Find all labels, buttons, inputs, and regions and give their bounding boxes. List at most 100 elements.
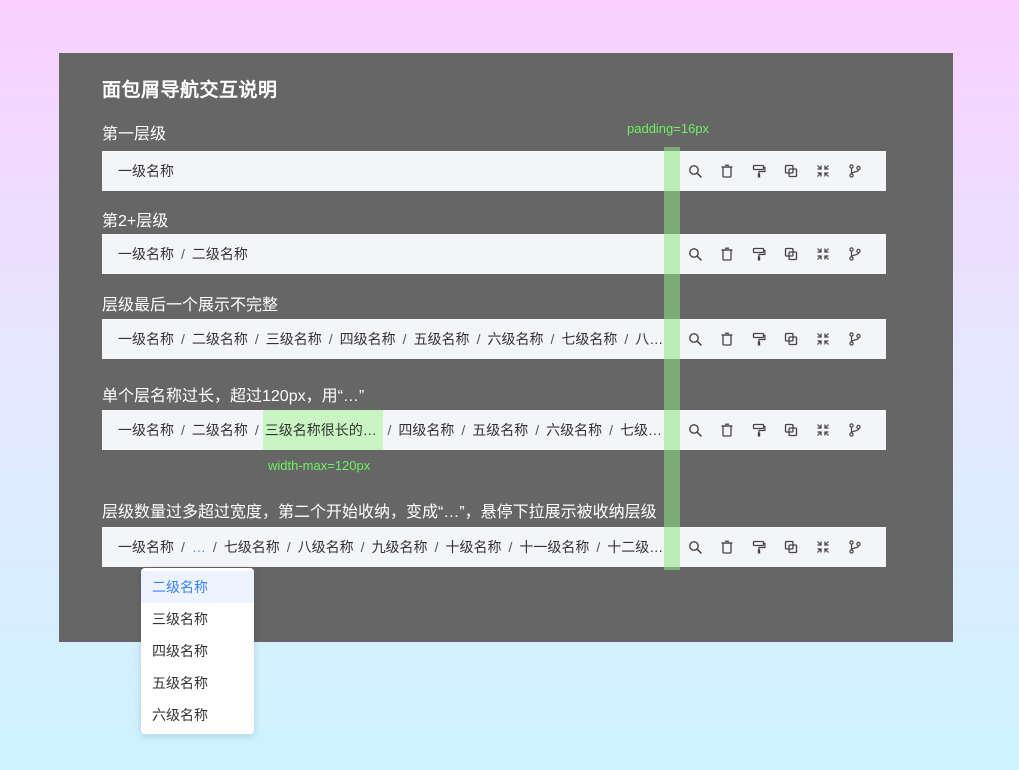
paint-roller-icon[interactable] — [743, 527, 775, 567]
dropdown-item[interactable]: 五级名称 — [141, 667, 254, 699]
breadcrumb-item[interactable]: 七级名称 — [224, 527, 280, 567]
collapsed-levels-dropdown: 二级名称 三级名称 四级名称 五级名称 六级名称 — [141, 568, 254, 734]
breadcrumb-separator: / — [254, 422, 259, 438]
search-icon[interactable] — [679, 527, 711, 567]
breadcrumb-separator: / — [624, 331, 629, 347]
breadcrumb-separator: / — [535, 422, 540, 438]
breadcrumb-item-truncated[interactable]: 十二级… — [607, 527, 662, 567]
copy-icon[interactable] — [775, 234, 807, 274]
branch-icon[interactable] — [839, 527, 871, 567]
paint-roller-icon[interactable] — [743, 410, 775, 450]
section-label-2: 第2+层级 — [102, 213, 169, 230]
breadcrumb-separator: / — [508, 539, 513, 555]
breadcrumb: 一级名称 / … / 七级名称 / 八级名称 / 九级名称 / 十级名称 / 十… — [118, 527, 662, 567]
padding-annotation: padding=16px — [627, 121, 710, 136]
doc-panel: 面包屑导航交互说明 第一层级 一级名称 第2+层级 一级名称 / 二级名称 层级… — [59, 53, 953, 642]
copy-icon[interactable] — [775, 410, 807, 450]
breadcrumb-separator: / — [181, 539, 185, 555]
breadcrumb-item[interactable]: 九级名称 — [372, 527, 428, 567]
breadcrumb-item[interactable]: 七级名称 — [561, 319, 617, 359]
breadcrumb-separator: / — [434, 539, 439, 555]
fullscreen-icon[interactable] — [807, 319, 839, 359]
copy-icon[interactable] — [775, 151, 807, 191]
paint-roller-icon[interactable] — [743, 151, 775, 191]
breadcrumb-item[interactable]: 一级名称 — [118, 319, 174, 359]
search-icon[interactable] — [679, 319, 711, 359]
fullscreen-icon[interactable] — [807, 527, 839, 567]
breadcrumb-collapsed-ellipsis[interactable]: … — [192, 527, 206, 567]
trash-icon[interactable] — [711, 410, 743, 450]
trash-icon[interactable] — [711, 319, 743, 359]
branch-icon[interactable] — [839, 319, 871, 359]
breadcrumb-separator: / — [181, 422, 185, 438]
trash-icon[interactable] — [711, 151, 743, 191]
breadcrumb: 一级名称 / 二级名称 / 三级名称很长的时… / 四级名称 / 五级名称 / … — [118, 410, 662, 450]
breadcrumb-item[interactable]: 十级名称 — [445, 527, 501, 567]
breadcrumb-separator: / — [596, 539, 601, 555]
search-icon[interactable] — [679, 151, 711, 191]
dropdown-item[interactable]: 六级名称 — [141, 699, 254, 731]
branch-icon[interactable] — [839, 234, 871, 274]
breadcrumb-separator: / — [550, 331, 555, 347]
copy-icon[interactable] — [775, 527, 807, 567]
section-label-1: 第一层级 — [102, 126, 167, 143]
branch-icon[interactable] — [839, 151, 871, 191]
breadcrumb-item[interactable]: 十一级名称 — [519, 527, 589, 567]
dropdown-item[interactable]: 三级名称 — [141, 603, 254, 635]
breadcrumb-item[interactable]: 四级名称 — [398, 410, 454, 450]
breadcrumb-item[interactable]: 六级名称 — [487, 319, 543, 359]
breadcrumb-item-truncated[interactable]: 七级… — [620, 410, 662, 450]
breadcrumb: 一级名称 / 二级名称 / 三级名称 / 四级名称 / 五级名称 / 六级名称 … — [118, 319, 662, 359]
breadcrumb-item[interactable]: 五级名称 — [472, 410, 528, 450]
paint-roller-icon[interactable] — [743, 319, 775, 359]
width-max-annotation: width-max=120px — [268, 458, 371, 473]
breadcrumb-separator: / — [360, 539, 365, 555]
trash-icon[interactable] — [711, 527, 743, 567]
section-label-3: 层级最后一个展示不完整 — [102, 297, 279, 314]
fullscreen-icon[interactable] — [807, 234, 839, 274]
breadcrumb-item[interactable]: 一级名称 — [118, 410, 174, 450]
breadcrumb-item[interactable]: 五级名称 — [414, 319, 470, 359]
breadcrumb-bar-2: 一级名称 / 二级名称 — [102, 234, 886, 274]
breadcrumb-item[interactable]: 一级名称 — [118, 527, 174, 567]
breadcrumb: 一级名称 — [118, 151, 662, 191]
dropdown-item[interactable]: 二级名称 — [141, 571, 254, 603]
breadcrumb-separator: / — [476, 331, 481, 347]
section-label-4: 单个层名称过长，超过120px，用“…” — [102, 388, 365, 405]
section-label-5: 层级数量过多超过宽度，第二个开始收纳，变成“…”，悬停下拉展示被收纳层级 — [102, 504, 657, 521]
toolbar — [679, 527, 871, 567]
breadcrumb-item[interactable]: 一级名称 — [118, 151, 174, 191]
breadcrumb-separator: / — [609, 422, 613, 438]
toolbar — [679, 410, 871, 450]
dropdown-item[interactable]: 四级名称 — [141, 635, 254, 667]
breadcrumb-bar-4: 一级名称 / 二级名称 / 三级名称很长的时… / 四级名称 / 五级名称 / … — [102, 410, 886, 450]
paint-roller-icon[interactable] — [743, 234, 775, 274]
branch-icon[interactable] — [839, 410, 871, 450]
search-icon[interactable] — [679, 410, 711, 450]
breadcrumb-bar-3: 一级名称 / 二级名称 / 三级名称 / 四级名称 / 五级名称 / 六级名称 … — [102, 319, 886, 359]
breadcrumb-item[interactable]: 二级名称 — [192, 234, 248, 274]
copy-icon[interactable] — [775, 319, 807, 359]
breadcrumb-item[interactable]: 三级名称 — [266, 319, 322, 359]
breadcrumb-separator: / — [402, 331, 407, 347]
breadcrumb-separator: / — [328, 331, 333, 347]
breadcrumb-separator: / — [181, 246, 185, 262]
breadcrumb-separator: / — [461, 422, 466, 438]
breadcrumb-bar-5: 一级名称 / … / 七级名称 / 八级名称 / 九级名称 / 十级名称 / 十… — [102, 527, 886, 567]
fullscreen-icon[interactable] — [807, 410, 839, 450]
breadcrumb-item[interactable]: 四级名称 — [340, 319, 396, 359]
toolbar — [679, 319, 871, 359]
breadcrumb-item-long[interactable]: 三级名称很长的时… — [262, 410, 384, 450]
fullscreen-icon[interactable] — [807, 151, 839, 191]
trash-icon[interactable] — [711, 234, 743, 274]
breadcrumb-item[interactable]: 六级名称 — [546, 410, 602, 450]
breadcrumb-bar-1: 一级名称 — [102, 151, 886, 191]
breadcrumb-item-truncated[interactable]: 八… — [635, 319, 662, 359]
breadcrumb-item[interactable]: 一级名称 — [118, 234, 174, 274]
breadcrumb-item[interactable]: 八级名称 — [298, 527, 354, 567]
breadcrumb-separator: / — [254, 331, 259, 347]
search-icon[interactable] — [679, 234, 711, 274]
page-title: 面包屑导航交互说明 — [102, 80, 278, 101]
breadcrumb-item[interactable]: 二级名称 — [192, 319, 248, 359]
breadcrumb-item[interactable]: 二级名称 — [192, 410, 248, 450]
